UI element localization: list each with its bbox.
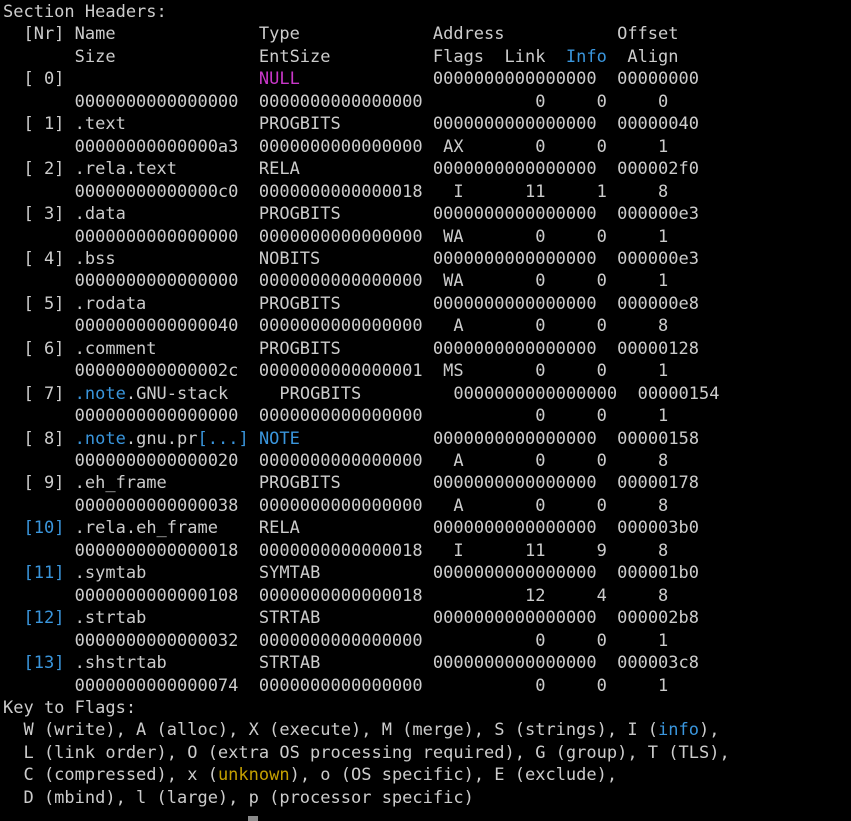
terminal-text: ), o (OS specific), E (exclude), — [289, 765, 618, 785]
terminal-line: 0000000000000040 0000000000000000 A 0 0 … — [3, 315, 669, 337]
terminal-line: [ 9] .eh_frame PROGBITS 0000000000000000… — [3, 472, 699, 494]
terminal-text: 0000000000000000 0000000000000000 0 0 0 — [3, 92, 669, 112]
terminal-text: [ 2] .rela.text RELA 0000000000000000 00… — [3, 159, 699, 179]
terminal-text: W (write), A (alloc), X (execute), M (me… — [3, 720, 659, 740]
terminal-text: D (mbind), l (large), p (processor speci… — [3, 788, 474, 808]
terminal-text: NOTE — [258, 429, 300, 449]
terminal-line: [ 3] .data PROGBITS 0000000000000000 000… — [3, 203, 699, 225]
terminal-line: Key to Flags: — [3, 697, 136, 719]
terminal-window[interactable]: Section Headers: [Nr] Name Type Address … — [0, 0, 851, 821]
terminal-text: .rela.eh_frame RELA 0000000000000000 000… — [64, 518, 699, 538]
terminal-text: 0000000000000038 0000000000000000 A 0 0 … — [3, 496, 669, 516]
terminal-line: 0000000000000038 0000000000000000 A 0 0 … — [3, 495, 669, 517]
terminal-text: 0000000000000000 00000000 — [299, 69, 699, 89]
terminal-line: [ 0] NULL 0000000000000000 00000000 — [3, 68, 699, 90]
terminal-text: [ 3] .data PROGBITS 0000000000000000 000… — [3, 204, 699, 224]
terminal-line: [ 5] .rodata PROGBITS 0000000000000000 0… — [3, 293, 699, 315]
terminal-text: .strtab STRTAB 0000000000000000 000002b8 — [64, 608, 699, 628]
terminal-text: [12] — [23, 608, 65, 628]
terminal-text: 0000000000000000 0000000000000000 WA 0 0… — [3, 271, 669, 291]
terminal-line: Section Headers: — [3, 1, 167, 23]
terminal-text: Section Headers: — [3, 2, 167, 22]
terminal-text: ), — [698, 720, 720, 740]
terminal-line: Size EntSize Flags Link Info Align — [3, 46, 679, 68]
terminal-cursor — [248, 816, 258, 821]
terminal-text: Key to Flags: — [3, 698, 137, 718]
terminal-line: [13] .shstrtab STRTAB 0000000000000000 0… — [3, 652, 699, 674]
terminal-line: 0000000000000074 0000000000000000 0 0 1 — [3, 675, 669, 697]
terminal-text: [ 5] .rodata PROGBITS 0000000000000000 0… — [3, 294, 699, 314]
terminal-text: 000000000000002c 0000000000000001 MS 0 0… — [3, 361, 669, 381]
terminal-text: Align — [606, 47, 679, 67]
terminal-text: [ 0] — [3, 69, 259, 89]
terminal-line: L (link order), O (extra OS processing r… — [3, 742, 730, 764]
terminal-text: 0000000000000032 0000000000000000 0 0 1 — [3, 631, 669, 651]
terminal-line: D (mbind), l (large), p (processor speci… — [3, 787, 474, 809]
terminal-text: [ 8] — [3, 429, 75, 449]
terminal-text: [10] — [23, 518, 65, 538]
terminal-text: 00000000000000a3 0000000000000000 AX 0 0… — [3, 137, 669, 157]
terminal-line: [10] .rela.eh_frame RELA 000000000000000… — [3, 517, 699, 539]
terminal-line: 0000000000000000 0000000000000000 0 0 1 — [3, 405, 669, 427]
terminal-text: L (link order), O (extra OS processing r… — [3, 743, 730, 763]
terminal-text: [ 7] — [3, 384, 75, 404]
terminal-line: [11] .symtab SYMTAB 0000000000000000 000… — [3, 562, 699, 584]
terminal-line: 00000000000000c0 0000000000000018 I 11 1… — [3, 181, 669, 203]
terminal-text: .shstrtab STRTAB 0000000000000000 000003… — [64, 653, 699, 673]
terminal-text: Info — [565, 47, 607, 67]
terminal-text: 00000000000000c0 0000000000000018 I 11 1… — [3, 182, 669, 202]
terminal-line: [12] .strtab STRTAB 0000000000000000 000… — [3, 607, 699, 629]
terminal-line: [ 1] .text PROGBITS 0000000000000000 000… — [3, 113, 699, 135]
terminal-text: 0000000000000040 0000000000000000 A 0 0 … — [3, 316, 669, 336]
terminal-text: .gnu.pr — [125, 429, 198, 449]
terminal-text: 0000000000000000 00000158 — [299, 429, 700, 449]
terminal-line: 0000000000000018 0000000000000018 I 11 9… — [3, 540, 669, 562]
terminal-text: [ 4] .bss NOBITS 0000000000000000 000000… — [3, 249, 699, 269]
terminal-line: [ 6] .comment PROGBITS 0000000000000000 … — [3, 338, 699, 360]
terminal-text: 0000000000000018 0000000000000018 I 11 9… — [3, 541, 669, 561]
terminal-text: .GNU-stack PROGBITS 0000000000000000 000… — [125, 384, 720, 404]
terminal-text: [11] — [23, 563, 65, 583]
terminal-text: info — [658, 720, 699, 740]
terminal-text: [13] — [23, 653, 65, 673]
terminal-line: 00000000000000a3 0000000000000000 AX 0 0… — [3, 136, 669, 158]
terminal-text: 0000000000000000 0000000000000000 0 0 1 — [3, 406, 669, 426]
terminal-line: 0000000000000108 0000000000000018 12 4 8 — [3, 585, 669, 607]
terminal-text: .symtab SYMTAB 0000000000000000 000001b0 — [64, 563, 699, 583]
terminal-text: [Nr] Name Type Address Offset — [3, 24, 679, 44]
terminal-text: C (compressed), x ( — [3, 765, 218, 785]
terminal-text: 0000000000000108 0000000000000018 12 4 8 — [3, 586, 669, 606]
terminal-line: 0000000000000000 0000000000000000 0 0 0 — [3, 91, 669, 113]
terminal-text: [ 1] .text PROGBITS 0000000000000000 000… — [3, 114, 699, 134]
terminal-line: [Nr] Name Type Address Offset — [3, 23, 679, 45]
terminal-text: 0000000000000020 0000000000000000 A 0 0 … — [3, 451, 669, 471]
terminal-line: [ 2] .rela.text RELA 0000000000000000 00… — [3, 158, 699, 180]
terminal-line: 0000000000000020 0000000000000000 A 0 0 … — [3, 450, 669, 472]
terminal-line: [ 7] .note.GNU-stack PROGBITS 0000000000… — [3, 383, 719, 405]
terminal-line: 000000000000002c 0000000000000001 MS 0 0… — [3, 360, 669, 382]
terminal-line: [ 4] .bss NOBITS 0000000000000000 000000… — [3, 248, 699, 270]
terminal-line: 0000000000000000 0000000000000000 WA 0 0… — [3, 270, 669, 292]
terminal-text: 0000000000000074 0000000000000000 0 0 1 — [3, 676, 669, 696]
terminal-line: C (compressed), x (unknown), o (OS speci… — [3, 764, 617, 786]
terminal-text: 0000000000000000 0000000000000000 WA 0 0… — [3, 227, 669, 247]
terminal-text: [...] — [197, 429, 249, 449]
terminal-text: .note — [74, 384, 126, 404]
terminal-text: NULL — [258, 69, 300, 89]
terminal-text: Size EntSize Flags Link — [3, 47, 566, 67]
terminal-line: W (write), A (alloc), X (execute), M (me… — [3, 719, 719, 741]
terminal-line: 0000000000000000 0000000000000000 WA 0 0… — [3, 226, 669, 248]
terminal-text: [ 9] .eh_frame PROGBITS 0000000000000000… — [3, 473, 699, 493]
terminal-text: unknown — [217, 765, 290, 785]
terminal-text: [ 6] .comment PROGBITS 0000000000000000 … — [3, 339, 699, 359]
terminal-line: [ 8] .note.gnu.pr[...] NOTE 000000000000… — [3, 428, 699, 450]
terminal-line: 0000000000000032 0000000000000000 0 0 1 — [3, 630, 669, 652]
terminal-text: .note — [74, 429, 126, 449]
